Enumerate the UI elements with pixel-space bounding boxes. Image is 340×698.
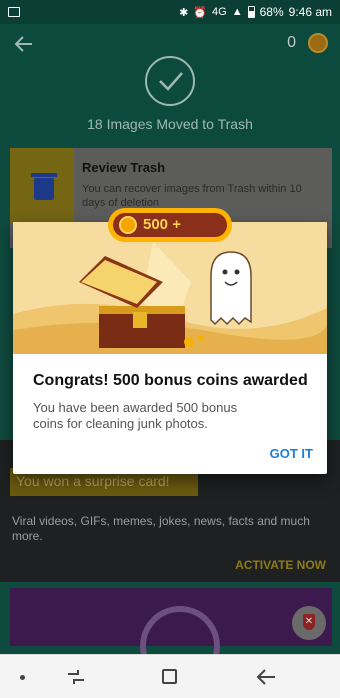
shield-icon: ✕ bbox=[303, 614, 315, 630]
battery-icon bbox=[247, 6, 255, 18]
shield-button[interactable]: ✕ bbox=[292, 606, 326, 640]
bonus-dialog: Congrats! 500 bonus coins awarded You ha… bbox=[13, 222, 327, 474]
coin-icon bbox=[119, 216, 137, 234]
network-type: 4G bbox=[212, 6, 227, 18]
got-it-button[interactable]: GOT IT bbox=[270, 446, 313, 461]
coin-count: 0 bbox=[287, 34, 296, 51]
coin-icon bbox=[308, 33, 328, 53]
bluetooth-icon: ✱ bbox=[179, 6, 189, 19]
back-arrow-icon[interactable] bbox=[12, 32, 36, 56]
app-header: 0 18 Images Moved to Trash bbox=[0, 24, 340, 142]
review-title: Review Trash bbox=[82, 160, 166, 175]
trash-icon bbox=[34, 178, 54, 200]
image-notification-icon bbox=[8, 7, 20, 17]
status-bar: ✱ ⏰ 4G ▲ 68% 9:46 am bbox=[0, 0, 340, 24]
system-nav-bar bbox=[0, 654, 340, 698]
review-description: You can recover images from Trash within… bbox=[82, 183, 302, 209]
dialog-title: Congrats! 500 bonus coins awarded bbox=[33, 372, 308, 389]
checkmark-icon bbox=[145, 56, 195, 106]
bonus-coins-badge: 500 + bbox=[108, 208, 232, 242]
battery-level: 68% bbox=[259, 5, 284, 19]
nav-dot-icon bbox=[20, 675, 25, 680]
home-button-icon[interactable] bbox=[162, 669, 177, 684]
activate-now-button[interactable]: ACTIVATE NOW bbox=[235, 558, 326, 572]
back-icon[interactable] bbox=[255, 667, 277, 687]
surprise-description: Viral videos, GIFs, memes, jokes, news, … bbox=[12, 514, 310, 543]
clock: 9:46 am bbox=[288, 5, 332, 19]
page-title: 18 Images Moved to Trash bbox=[87, 116, 253, 132]
dialog-message: You have been awarded 500 bonus coins fo… bbox=[33, 400, 238, 431]
surprise-banner-text: You won a surprise card! bbox=[16, 473, 170, 489]
trash-lid bbox=[31, 173, 57, 177]
bonus-pill-inner: 500 + bbox=[113, 213, 227, 237]
purple-card bbox=[10, 588, 332, 686]
review-thumbnail bbox=[10, 148, 74, 224]
recent-apps-icon[interactable] bbox=[66, 669, 86, 685]
signal-icon: ▲ bbox=[231, 6, 243, 18]
alarm-icon: ⏰ bbox=[193, 6, 208, 19]
bonus-amount: 500 + bbox=[143, 216, 181, 233]
